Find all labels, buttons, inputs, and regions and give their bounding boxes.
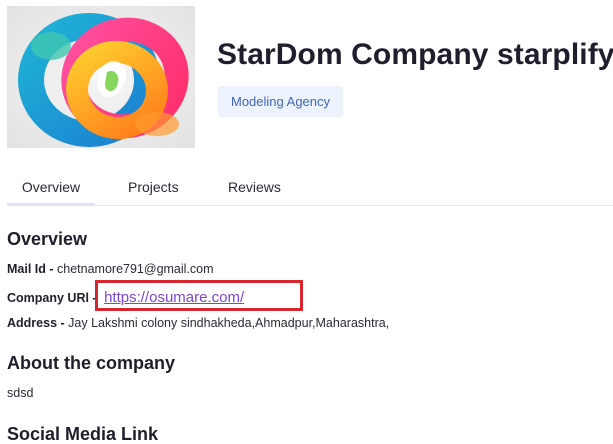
address-label: Address - <box>7 316 65 330</box>
about-text: sdsd <box>7 386 34 400</box>
overview-heading: Overview <box>7 229 88 249</box>
company-url-label: Company URl - <box>7 291 97 305</box>
tab-projects[interactable]: Projects <box>128 168 179 206</box>
address-row: Address - Jay Lakshmi colony sindhakheda… <box>7 316 389 330</box>
mail-label: Mail Id - <box>7 262 54 276</box>
category-badge: Modeling Agency <box>218 86 344 117</box>
mail-row: Mail Id - chetnamore791@gmail.com <box>7 262 214 276</box>
company-title: StarDom Company starplify <box>217 38 613 71</box>
tab-overview[interactable]: Overview <box>7 168 95 206</box>
tab-reviews[interactable]: Reviews <box>228 168 281 206</box>
address-value: Jay Lakshmi colony sindhakheda,Ahmadpur,… <box>68 316 390 330</box>
highlight-box <box>95 280 303 311</box>
tab-bar: Overview Projects Reviews <box>7 168 613 206</box>
mail-value: chetnamore791@gmail.com <box>57 262 214 276</box>
about-heading: About the company <box>7 353 176 373</box>
social-heading: Social Media Link <box>7 424 159 444</box>
abstract-rings-logo-icon <box>7 6 195 148</box>
company-logo <box>7 6 195 148</box>
